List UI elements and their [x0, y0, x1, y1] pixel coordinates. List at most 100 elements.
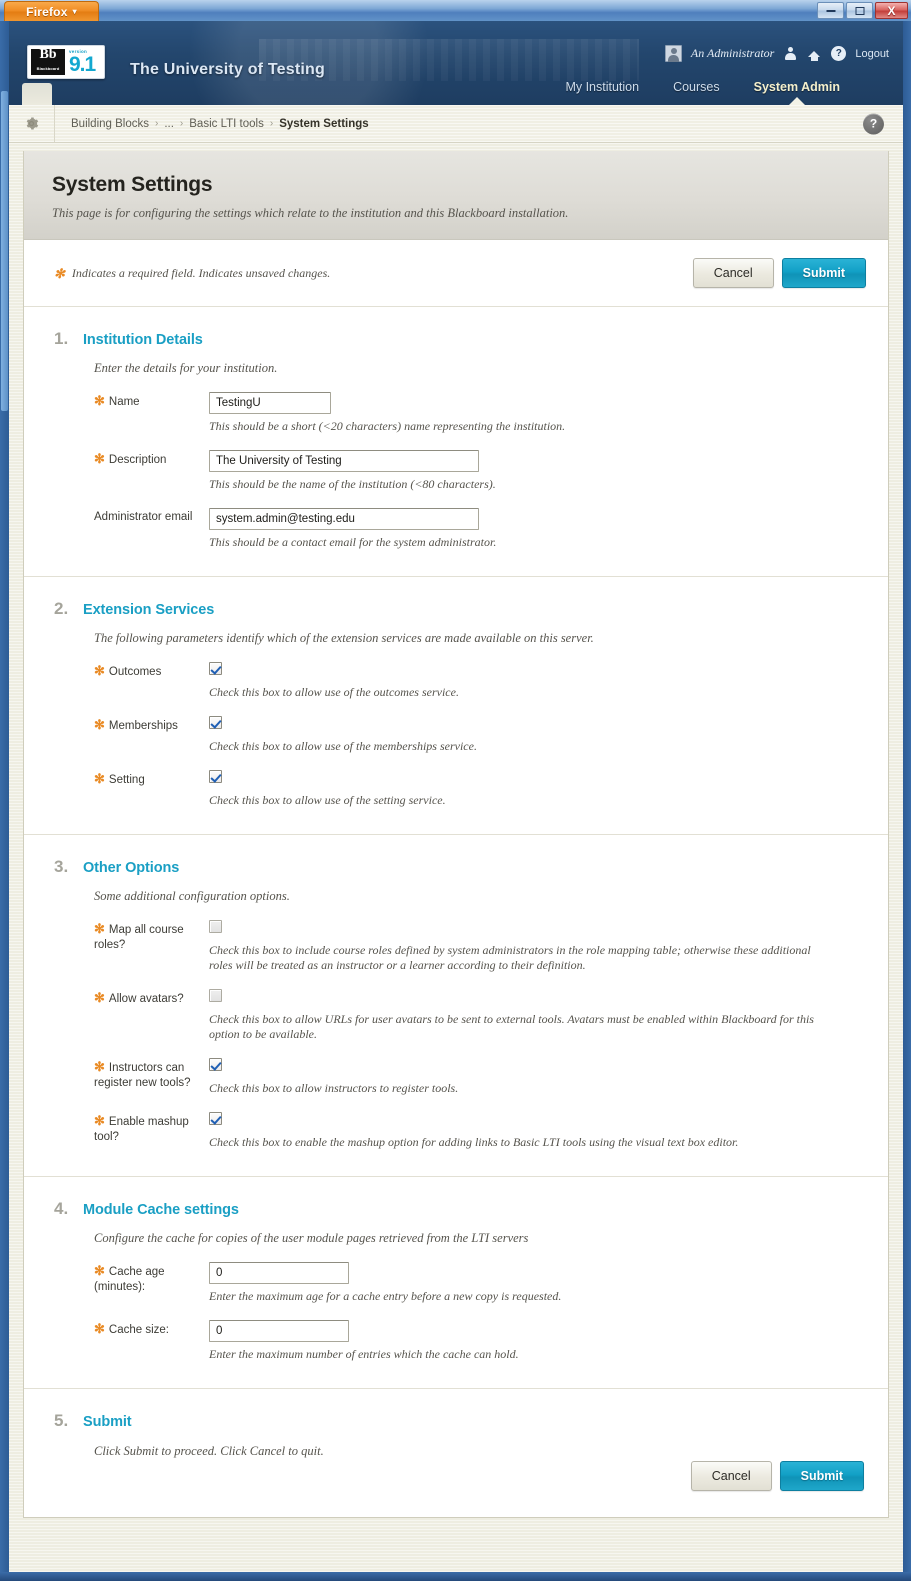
bb-logo-wordmark: Blackboard	[36, 66, 60, 71]
maximize-icon	[855, 6, 864, 15]
section-title: Module Cache settings	[83, 1202, 239, 1218]
account-bar: An Administrator ? Logout	[664, 45, 889, 62]
field-label-text: Name	[108, 396, 140, 408]
memberships-checkbox[interactable]	[209, 716, 222, 729]
breadcrumb-separator: ›	[269, 118, 274, 129]
section-institution-details: 1. Institution Details Enter the details…	[24, 307, 888, 577]
cancel-button-bottom[interactable]: Cancel	[690, 1461, 772, 1491]
field-label: Administrator email	[54, 508, 209, 550]
field-hint: Check this box to allow use of the setti…	[209, 793, 446, 807]
field-label: ✻ Description	[54, 450, 209, 492]
map-all-course-roles-checkbox[interactable]	[209, 920, 222, 933]
page-help-icon[interactable]: ?	[863, 113, 884, 134]
enable-mashup-tool-checkbox[interactable]	[209, 1112, 222, 1125]
field-allow-avatars: ✻ Allow avatars? Check this box to allow …	[54, 989, 864, 1042]
logout-link[interactable]: Logout	[855, 48, 889, 60]
field-body: This should be a short (<20 characters) …	[209, 392, 864, 434]
section-title: Other Options	[83, 860, 180, 876]
close-button[interactable]: X	[875, 2, 908, 19]
section-number: 3.	[54, 857, 69, 876]
field-body: Check this box to allow use of the membe…	[209, 716, 864, 754]
administrator-email-input[interactable]	[209, 508, 479, 530]
required-asterisk-icon: ✻	[94, 1263, 105, 1278]
breadcrumb-item-ellipsis[interactable]: ...	[164, 118, 174, 130]
section-description: Enter the details for your institution.	[94, 361, 278, 375]
cache-size-input[interactable]	[209, 1320, 349, 1342]
required-asterisk-icon: ✻	[94, 771, 105, 786]
field-cache-size: ✻Cache size: Enter the maximum number of…	[54, 1320, 864, 1362]
description-input[interactable]	[209, 450, 479, 472]
section-header: 2. Extension Services	[54, 599, 864, 619]
required-asterisk-icon: ✻	[94, 663, 105, 678]
titlebar-background	[0, 0, 911, 21]
section-description: Click Submit to proceed. Click Cancel to…	[94, 1444, 324, 1458]
required-field-row: ✻ Indicates a required field. Indicates …	[24, 240, 888, 307]
field-hint: Check this box to include course roles d…	[209, 943, 811, 972]
required-asterisk-icon: ✻	[94, 717, 105, 732]
bb-version: version 9.1	[69, 50, 96, 75]
instructors-register-tools-checkbox[interactable]	[209, 1058, 222, 1071]
page-content-area: System Settings This page is for configu…	[9, 143, 903, 1572]
name-input[interactable]	[209, 392, 331, 414]
field-label: ✻ Cache age (minutes):	[54, 1262, 209, 1304]
field-label-text: Outcomes	[108, 666, 162, 678]
field-enable-mashup-tool: ✻ Enable mashup tool? Check this box to e…	[54, 1112, 864, 1150]
minimize-button[interactable]	[817, 2, 844, 19]
field-label-text: Setting	[108, 774, 145, 786]
maximize-button[interactable]	[846, 2, 873, 19]
required-asterisk-icon: ✻	[94, 393, 105, 408]
scrollbar-thumb[interactable]	[1, 91, 8, 411]
field-label: ✻ Enable mashup tool?	[54, 1112, 209, 1150]
bottom-action-buttons: Cancel Submit	[54, 1461, 864, 1491]
field-hint: Enter the maximum number of entries whic…	[209, 1347, 519, 1361]
field-body: Check this box to enable the mashup opti…	[209, 1112, 864, 1150]
cancel-button-top[interactable]: Cancel	[692, 258, 774, 288]
field-label: ✻ Name	[54, 392, 209, 434]
section-number: 2.	[54, 599, 69, 618]
allow-avatars-checkbox[interactable]	[209, 989, 222, 1002]
page-subtitle: This page is for configuring the setting…	[52, 206, 569, 220]
field-label: ✻ Instructors can register new tools?	[54, 1058, 209, 1096]
bb-logo-letters: Bb	[39, 47, 57, 62]
field-cache-age: ✻Cache age (minutes): Enter the maximum …	[54, 1262, 864, 1304]
person-icon[interactable]	[783, 46, 798, 61]
window-left-scroll-strip[interactable]	[0, 21, 9, 1572]
required-asterisk-icon: ✻	[94, 1113, 105, 1128]
help-icon[interactable]: ?	[831, 46, 847, 61]
field-label-text: Allow avatars?	[108, 993, 184, 1005]
section-number: 4.	[54, 1199, 69, 1218]
field-label: ✻ Setting	[54, 770, 209, 808]
close-icon: X	[887, 3, 896, 18]
breadcrumb-item-basic-lti-tools[interactable]: Basic LTI tools	[189, 118, 264, 130]
tab-my-institution[interactable]: My Institution	[548, 80, 656, 105]
field-label-text: Enable mashup tool?	[94, 1116, 189, 1143]
breadcrumb-separator: ›	[154, 118, 159, 129]
field-body: Check this box to allow URLs for user av…	[209, 989, 864, 1042]
firefox-menu-button[interactable]: Firefox ▾	[4, 1, 99, 21]
tab-system-admin[interactable]: System Admin	[737, 80, 857, 105]
required-asterisk-icon: ✻	[94, 990, 105, 1005]
gear-icon	[24, 116, 39, 131]
breadcrumb-item-building-blocks[interactable]: Building Blocks	[71, 118, 149, 130]
outcomes-checkbox[interactable]	[209, 662, 222, 675]
tab-courses[interactable]: Courses	[656, 80, 737, 105]
setting-checkbox[interactable]	[209, 770, 222, 783]
breadcrumb-gear-button[interactable]	[9, 105, 55, 142]
section-header: 3. Other Options	[54, 857, 864, 877]
avatar	[664, 45, 682, 62]
cache-age-input[interactable]	[209, 1262, 349, 1284]
submit-button-bottom[interactable]: Submit	[779, 1461, 864, 1491]
submit-button-top[interactable]: Submit	[781, 258, 866, 288]
blackboard-logo[interactable]: Bb Blackboard version 9.1	[27, 45, 105, 79]
firefox-menu-label: Firefox	[26, 5, 68, 19]
home-icon[interactable]	[807, 46, 822, 61]
section-description: Some additional configuration options.	[94, 889, 290, 903]
field-body: Check this box to include course roles d…	[209, 920, 864, 973]
field-description: ✻Description This should be the name of …	[54, 450, 864, 492]
field-name: ✻Name This should be a short (<20 charac…	[54, 392, 864, 434]
section-header: 1. Institution Details	[54, 329, 864, 349]
field-body: Check this box to allow use of the setti…	[209, 770, 864, 808]
field-hint: Enter the maximum age for a cache entry …	[209, 1289, 562, 1303]
required-asterisk-icon: ✻	[54, 265, 65, 281]
field-label-text: Cache size:	[108, 1324, 169, 1336]
